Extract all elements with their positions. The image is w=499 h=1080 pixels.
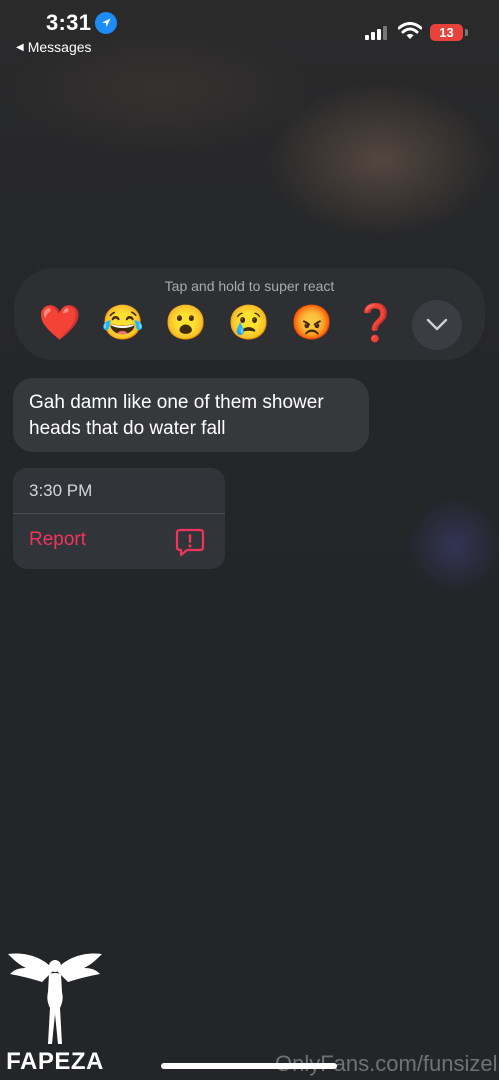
report-label: Report	[29, 529, 87, 550]
reaction-laugh[interactable]: 😂	[101, 304, 145, 342]
message-bubble[interactable]: Gah damn like one of them shower heads t…	[13, 378, 369, 452]
message-text: Gah damn like one of them shower heads t…	[29, 392, 324, 439]
more-reactions-button[interactable]	[412, 300, 462, 350]
battery-cap	[465, 29, 468, 36]
back-to-messages-link[interactable]: ◀ Messages	[16, 39, 92, 55]
report-exclamation-icon	[175, 528, 205, 557]
reaction-hint: Tap and hold to super react	[164, 278, 335, 294]
report-menu-item[interactable]: Report	[13, 514, 225, 569]
status-time: 3:31	[46, 10, 92, 35]
chevron-down-icon	[426, 318, 448, 331]
reaction-sad[interactable]: 😢	[227, 304, 271, 342]
back-label: Messages	[27, 39, 92, 55]
watermark-logo: FAPEZA	[4, 948, 106, 1078]
message-timestamp: 3:30 PM	[29, 481, 93, 500]
logo-text: FAPEZA	[6, 1048, 104, 1075]
reaction-wow[interactable]: 😮	[164, 304, 208, 342]
message-context-menu: 3:30 PM Report	[13, 468, 225, 569]
reaction-angry[interactable]: 😡	[290, 304, 334, 342]
wifi-icon	[397, 22, 423, 40]
reaction-bar: Tap and hold to super react ❤️ 😂 😮 😢 😡 ❓	[14, 268, 485, 360]
reaction-heart[interactable]: ❤️	[38, 304, 82, 342]
angel-logo-icon	[8, 953, 102, 1044]
home-indicator[interactable]	[161, 1063, 337, 1069]
reaction-question[interactable]: ❓	[353, 304, 398, 342]
battery-icon: 13	[430, 24, 463, 41]
location-arrow-icon	[95, 12, 117, 34]
battery-level: 13	[439, 25, 454, 40]
back-triangle-icon: ◀	[16, 41, 24, 53]
cellular-signal-icon	[365, 26, 389, 40]
